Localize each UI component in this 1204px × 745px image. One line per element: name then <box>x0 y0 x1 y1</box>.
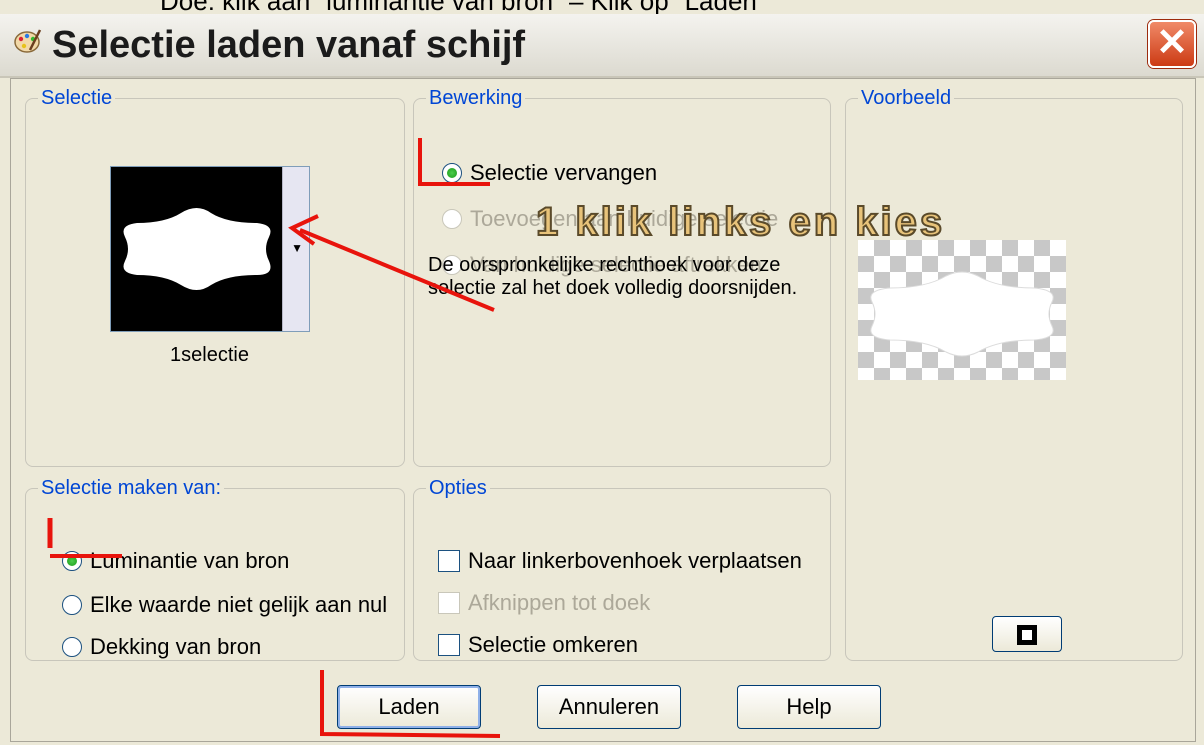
annotation-mark-bewerking <box>418 138 490 186</box>
red-annotation-marks <box>47 138 501 738</box>
annotation-mark-laden <box>320 670 501 738</box>
dialog-window: Doe: klik aan “luminantie van bron” – Kl… <box>0 0 1204 745</box>
annotation-arrow-line <box>299 228 495 312</box>
